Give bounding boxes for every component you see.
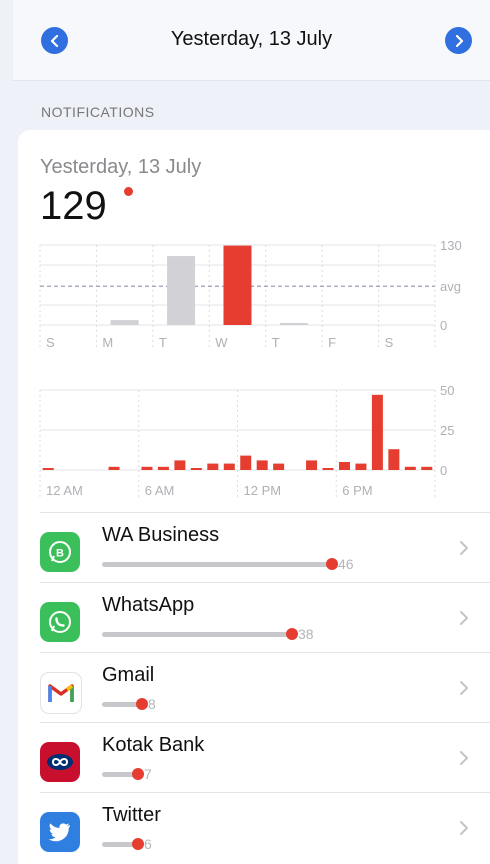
chevron-right-icon	[460, 751, 468, 765]
app-row[interactable]: Kotak Bank 7	[40, 722, 490, 792]
chevron-right-icon	[460, 541, 468, 555]
hourly-bar	[240, 455, 252, 470]
hourly-bar	[404, 466, 416, 470]
hourly-bar	[207, 463, 219, 470]
hourly-bar	[371, 394, 383, 470]
weekly-x-tick-label: S	[385, 335, 394, 350]
hourly-x-tick-label: 6 PM	[342, 483, 372, 498]
header-bar: Yesterday, 13 July	[13, 0, 490, 81]
weekly-x-tick-label: W	[215, 335, 228, 350]
hourly-bar	[421, 466, 433, 470]
weekly-bar	[279, 323, 308, 325]
weekly-y-tick-label: avg	[440, 279, 461, 294]
row-separator	[40, 652, 490, 653]
app-name: Twitter	[102, 804, 161, 826]
notification-count: 6	[144, 836, 152, 852]
app-name: WA Business	[102, 524, 220, 546]
whatsapp-icon	[40, 602, 80, 642]
hourly-bar	[273, 463, 285, 470]
weekly-bar	[223, 245, 252, 325]
hourly-x-tick-label: 12 AM	[46, 483, 83, 498]
gmail-icon	[40, 672, 82, 714]
bar-end-dot	[136, 698, 148, 710]
notification-count: 38	[298, 626, 314, 642]
bar-end-dot	[286, 628, 298, 640]
total-indicator-dot	[124, 187, 133, 196]
app-row[interactable]: WhatsApp 38	[40, 582, 490, 652]
bar-end-dot	[132, 838, 144, 850]
section-header-notifications: NOTIFICATIONS	[41, 104, 155, 120]
app-row[interactable]: Twitter 6	[40, 792, 490, 862]
hourly-bar	[141, 466, 153, 470]
row-separator	[40, 722, 490, 723]
hourly-bar	[256, 460, 268, 470]
notification-count: 46	[338, 556, 354, 572]
row-separator	[40, 792, 490, 793]
notification-count-bar	[102, 632, 292, 637]
row-separator	[40, 512, 490, 513]
weekly-x-tick-label: T	[272, 335, 280, 350]
hourly-y-tick-label: 0	[440, 463, 447, 478]
notification-count-bar	[102, 562, 332, 567]
hourly-y-tick-label: 50	[440, 383, 454, 398]
whatsapp-business-icon: B	[40, 532, 80, 572]
weekly-notifications-chart: S M T W T F S 130 avg 0	[39, 238, 462, 350]
hourly-bar	[388, 449, 400, 470]
hourly-bar	[355, 463, 367, 470]
notifications-total: 129	[40, 184, 107, 228]
hourly-bar	[306, 460, 318, 470]
bar-end-dot	[326, 558, 338, 570]
app-name: Kotak Bank	[102, 734, 205, 756]
weekly-y-tick-label: 130	[440, 238, 462, 253]
header-title: Yesterday, 13 July	[170, 28, 333, 50]
weekly-x-tick-label: T	[159, 335, 167, 350]
chevron-right-icon	[455, 34, 463, 47]
hourly-notifications-chart: 12 AM 6 AM 12 PM 6 PM 50 25 0	[39, 383, 454, 498]
weekly-bar	[167, 256, 196, 325]
app-name: Gmail	[102, 664, 155, 686]
weekly-x-tick-label: M	[102, 335, 113, 350]
chevron-right-icon	[460, 681, 468, 695]
hourly-bar	[157, 466, 169, 470]
weekly-x-tick-label: S	[46, 335, 55, 350]
notification-count: 8	[148, 696, 156, 712]
weekly-bar	[110, 320, 139, 325]
weekly-x-tick-label: F	[328, 335, 336, 350]
hourly-y-tick-label: 25	[440, 423, 454, 438]
notification-count: 7	[144, 766, 152, 782]
next-day-button[interactable]	[445, 27, 472, 54]
hourly-x-tick-label: 6 AM	[145, 483, 175, 498]
hourly-bar	[190, 468, 202, 470]
hourly-x-tick-label: 12 PM	[244, 483, 282, 498]
hourly-bar	[338, 462, 350, 470]
hourly-bar	[174, 460, 186, 470]
hourly-bar	[223, 463, 235, 470]
chevron-right-icon	[460, 611, 468, 625]
hourly-bar	[108, 466, 120, 470]
svg-text:B: B	[56, 548, 64, 560]
kotak-bank-icon	[40, 742, 80, 782]
hourly-bar	[42, 468, 54, 470]
hourly-bar	[322, 468, 334, 470]
summary-date: Yesterday, 13 July	[40, 156, 202, 178]
app-row[interactable]: Gmail 8	[40, 652, 490, 722]
row-separator	[40, 582, 490, 583]
chevron-right-icon	[460, 821, 468, 835]
app-row[interactable]: B WA Business 46	[40, 512, 490, 582]
app-name: WhatsApp	[102, 594, 195, 616]
weekly-y-tick-label: 0	[440, 318, 447, 333]
bar-end-dot	[132, 768, 144, 780]
twitter-icon	[40, 812, 80, 852]
